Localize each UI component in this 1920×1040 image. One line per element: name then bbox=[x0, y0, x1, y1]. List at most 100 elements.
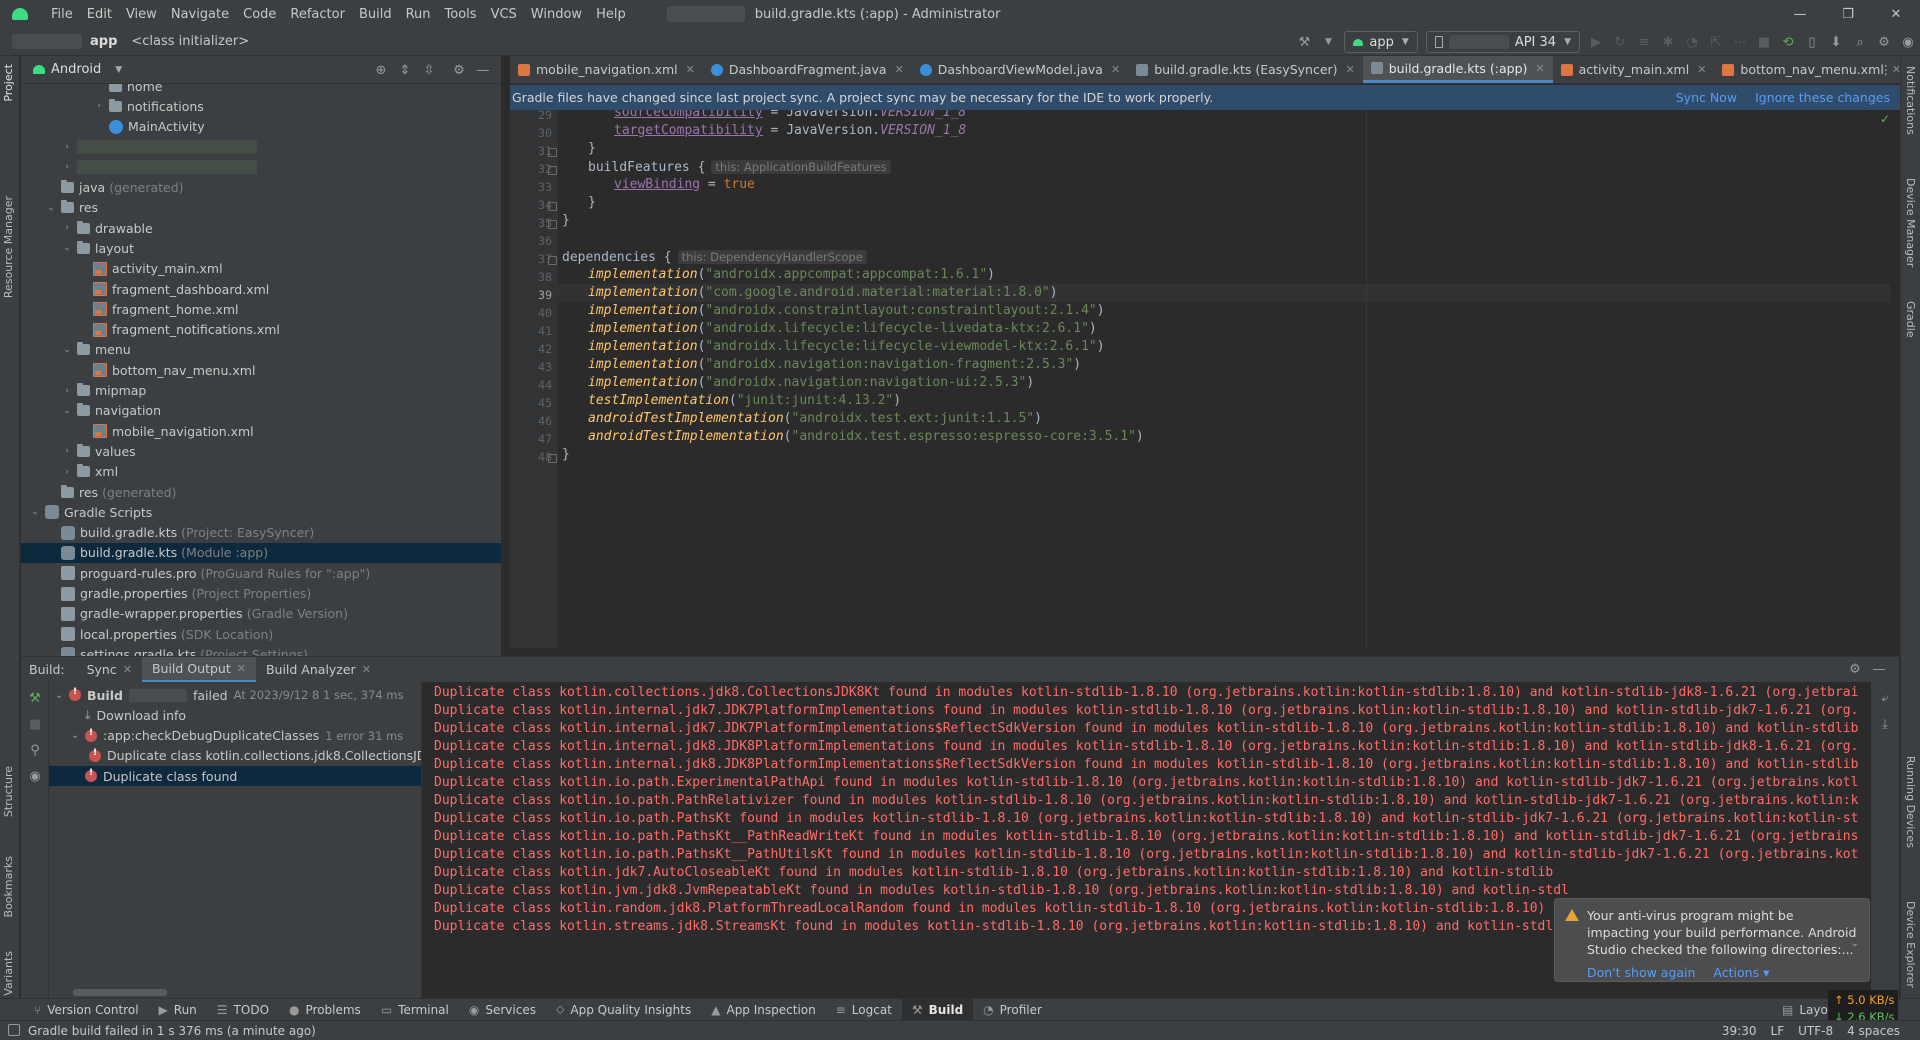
close-tab-icon[interactable]: ✕ bbox=[1111, 63, 1120, 76]
chevron-down-icon[interactable]: ⌄ bbox=[1851, 935, 1859, 952]
soft-wrap-icon[interactable]: ⤶ bbox=[1875, 688, 1895, 708]
chevron-down-icon[interactable]: ▼ bbox=[1318, 32, 1338, 52]
dont-show-again-link[interactable]: Don't show again bbox=[1587, 965, 1695, 980]
chevron-down-icon[interactable]: ⌄ bbox=[29, 507, 41, 517]
more-run-icon[interactable]: ⋯ bbox=[1730, 32, 1750, 52]
chevron-right-icon[interactable]: › bbox=[61, 446, 73, 456]
tool-window-todo[interactable]: ☰ TODO bbox=[207, 999, 279, 1021]
project-tree-item[interactable]: MainActivity bbox=[21, 117, 501, 137]
project-tree-item[interactable]: build.gradle.kts (Project: EasySyncer) bbox=[21, 523, 501, 543]
gear-icon[interactable]: ⚙ bbox=[1874, 32, 1894, 52]
profile-icon[interactable]: ◔ bbox=[1682, 32, 1702, 52]
close-tab-icon[interactable]: ✕ bbox=[1346, 63, 1355, 76]
build-tree-item[interactable]: ⤓ Download info bbox=[49, 705, 421, 725]
project-tree-item[interactable]: settings.gradle.kts (Project Settings) bbox=[21, 644, 501, 656]
fold-marker-icon[interactable] bbox=[548, 166, 557, 175]
breadcrumb-scope[interactable]: <class initializer> bbox=[131, 34, 249, 49]
close-tab-icon[interactable]: ✕ bbox=[237, 662, 246, 675]
device-select[interactable]: API 34 ▼ bbox=[1425, 31, 1580, 53]
eye-icon[interactable]: ◉ bbox=[25, 766, 45, 786]
project-tree-item[interactable]: ⌄ res bbox=[21, 198, 501, 218]
gear-icon[interactable]: ⚙ bbox=[1845, 660, 1865, 680]
expand-all-icon[interactable]: ⇕ bbox=[395, 60, 415, 80]
menu-file[interactable]: File bbox=[44, 7, 80, 22]
device-manager-icon[interactable]: ▯ bbox=[1802, 32, 1822, 52]
project-tree-item[interactable]: res (generated) bbox=[21, 482, 501, 502]
build-tab[interactable]: Sync ✕ bbox=[77, 657, 142, 682]
editor-tab[interactable]: activity_main.xml ✕ bbox=[1553, 56, 1715, 83]
build-tab[interactable]: Build Output ✕ bbox=[141, 657, 256, 682]
tool-window-build[interactable]: ⚒ Build bbox=[901, 998, 974, 1021]
project-tree-item[interactable]: home bbox=[21, 84, 501, 96]
menu-help[interactable]: Help bbox=[589, 7, 633, 22]
menu-code[interactable]: Code bbox=[236, 7, 283, 22]
structure-tool-button[interactable]: Structure bbox=[2, 766, 15, 817]
tool-window-services[interactable]: ◉ Services bbox=[459, 999, 546, 1021]
close-tab-icon[interactable]: ✕ bbox=[1697, 63, 1706, 76]
chevron-down-icon[interactable]: ⌄ bbox=[61, 243, 73, 253]
project-tree-item[interactable]: local.properties (SDK Location) bbox=[21, 624, 501, 644]
project-tree-item[interactable]: ⌄ layout bbox=[21, 238, 501, 258]
account-icon[interactable]: ◉ bbox=[1898, 32, 1918, 52]
project-tree-item[interactable]: ⌄ navigation bbox=[21, 401, 501, 421]
sdk-manager-icon[interactable]: ⬇ bbox=[1826, 32, 1846, 52]
chevron-down-icon[interactable]: ⌄ bbox=[53, 690, 65, 701]
debug-icon[interactable]: ✱ bbox=[1658, 32, 1678, 52]
chevron-right-icon[interactable]: › bbox=[61, 386, 73, 396]
search-icon[interactable]: ⌕ bbox=[1850, 32, 1870, 52]
gear-icon[interactable]: ⚙ bbox=[449, 60, 469, 80]
editor-tab[interactable]: build.gradle.kts (:app) ✕ bbox=[1362, 56, 1553, 83]
rebuild-hammer-icon[interactable]: ⚒ bbox=[25, 688, 45, 708]
chevron-down-icon[interactable]: ⌄ bbox=[61, 345, 73, 355]
close-tab-icon[interactable]: ✕ bbox=[686, 63, 695, 76]
chevron-down-icon[interactable]: ▼ bbox=[115, 65, 122, 75]
menu-view[interactable]: View bbox=[119, 7, 164, 22]
build-tree-item[interactable]: Duplicate class found bbox=[49, 766, 421, 787]
build-tab[interactable]: Build Analyzer ✕ bbox=[256, 657, 381, 682]
tool-window-terminal[interactable]: ▭ Terminal bbox=[371, 999, 459, 1021]
project-tree-item[interactable]: activity_main.xml bbox=[21, 259, 501, 279]
breadcrumb-module[interactable]: app bbox=[90, 34, 117, 49]
menu-tools[interactable]: Tools bbox=[438, 7, 484, 22]
sync-project-icon[interactable]: ⟲ bbox=[1778, 32, 1798, 52]
project-tree-item[interactable]: gradle.properties (Project Properties) bbox=[21, 584, 501, 604]
project-tree-item[interactable]: › mipmap bbox=[21, 381, 501, 401]
hide-panel-icon[interactable]: — bbox=[1869, 660, 1889, 680]
project-tree-item[interactable]: fragment_dashboard.xml bbox=[21, 279, 501, 299]
chevron-right-icon[interactable]: › bbox=[61, 162, 73, 172]
more-tabs-icon[interactable]: ⋮ bbox=[1880, 62, 1893, 77]
run-icon[interactable]: ▶ bbox=[1586, 32, 1606, 52]
rerun-icon[interactable]: ↻ bbox=[1610, 32, 1630, 52]
project-tree-item[interactable]: › values bbox=[21, 441, 501, 461]
pin-icon[interactable]: ⚲ bbox=[25, 740, 45, 760]
restore-icon[interactable]: ❐ bbox=[1824, 0, 1872, 28]
close-tab-icon[interactable]: ✕ bbox=[895, 63, 904, 76]
sync-now-link[interactable]: Sync Now bbox=[1676, 90, 1737, 105]
indent-setting[interactable]: 4 spaces bbox=[1847, 1024, 1900, 1038]
tool-window-app-inspection[interactable]: ▲ App Inspection bbox=[701, 999, 825, 1021]
chevron-right-icon[interactable]: › bbox=[61, 467, 73, 477]
stop-icon[interactable]: ■ bbox=[25, 714, 45, 734]
hide-panel-icon[interactable]: — bbox=[473, 60, 493, 80]
project-tree-item[interactable]: proguard-rules.pro (ProGuard Rules for ":… bbox=[21, 563, 501, 583]
ignore-changes-link[interactable]: Ignore these changes bbox=[1755, 90, 1890, 105]
locate-icon[interactable]: ⊕ bbox=[371, 60, 391, 80]
actions-link[interactable]: Actions ▾ bbox=[1713, 965, 1769, 980]
project-tree-item[interactable]: ⌄ Gradle Scripts bbox=[21, 502, 501, 522]
editor-tab[interactable]: mobile_navigation.xml ✕ bbox=[510, 56, 703, 83]
fold-marker-icon[interactable] bbox=[548, 202, 557, 211]
file-encoding[interactable]: UTF-8 bbox=[1798, 1024, 1833, 1038]
close-tab-icon[interactable]: ✕ bbox=[362, 663, 371, 676]
editor-tab[interactable]: DashboardViewModel.java ✕ bbox=[912, 56, 1128, 83]
device-explorer-tool-button[interactable]: Device Explorer bbox=[1904, 901, 1917, 988]
fold-marker-icon[interactable] bbox=[548, 220, 557, 229]
chevron-down-icon[interactable]: ⌄ bbox=[69, 730, 81, 741]
status-panel-icon[interactable] bbox=[8, 1024, 20, 1036]
close-icon[interactable]: ✕ bbox=[1872, 0, 1920, 28]
build-tree-item[interactable]: ⌄ Build failed At 2023/9/12 8 1 sec, 374 ms bbox=[49, 685, 421, 705]
inspection-ok-icon[interactable]: ✓ bbox=[1880, 112, 1890, 126]
project-tree-item[interactable]: fragment_notifications.xml bbox=[21, 320, 501, 340]
chevron-down-icon[interactable]: ⌄ bbox=[45, 203, 57, 213]
tool-window-logcat[interactable]: ≡ Logcat bbox=[826, 999, 902, 1021]
menu-run[interactable]: Run bbox=[399, 7, 438, 22]
